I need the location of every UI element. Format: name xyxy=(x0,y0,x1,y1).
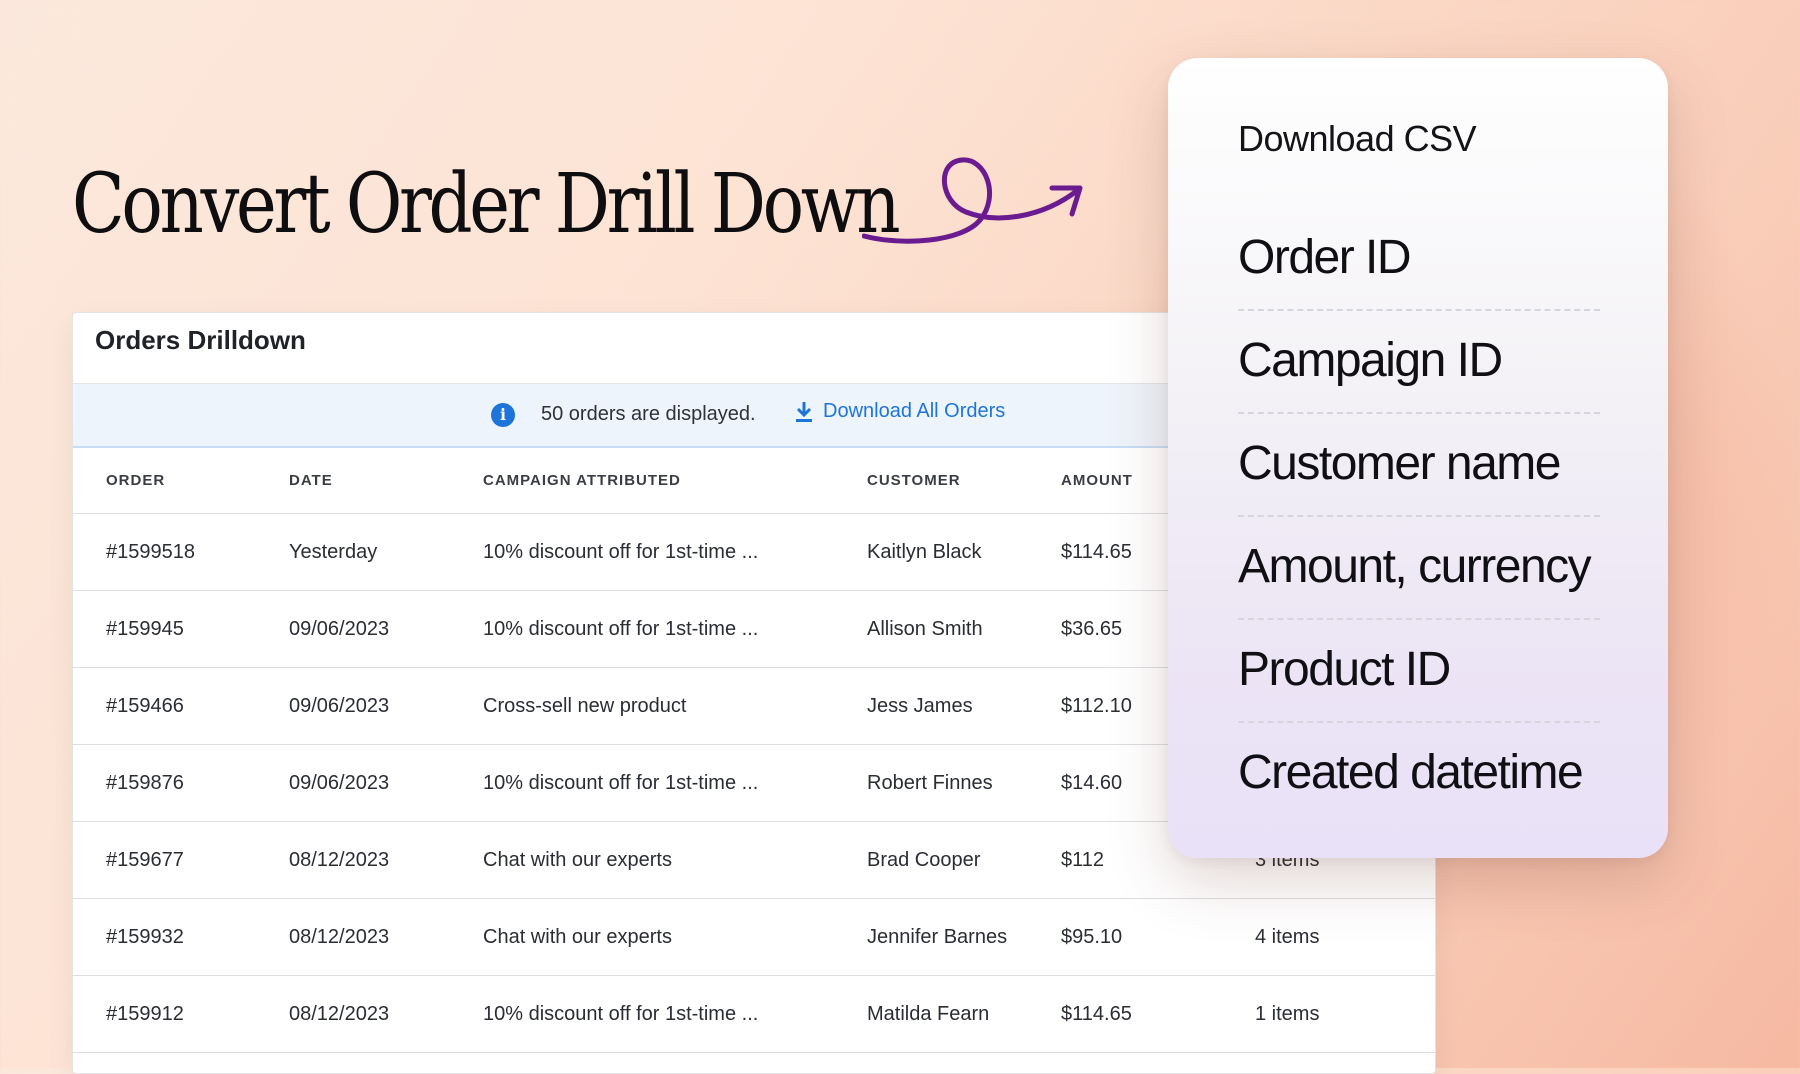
items-cell: 1 items xyxy=(1255,975,1435,1053)
customer-cell: Brad Cooper xyxy=(867,821,1061,899)
panel-title: Orders Drilldown xyxy=(95,325,306,355)
csv-field-item: Customer name xyxy=(1238,414,1600,517)
date-cell: 09/06/2023 xyxy=(289,667,483,745)
date-cell: 08/12/2023 xyxy=(289,898,483,976)
notice-text: 50 orders are displayed. xyxy=(541,403,756,425)
csv-field-list: Order ID Campaign ID Customer name Amoun… xyxy=(1238,208,1600,826)
date-cell: 09/06/2023 xyxy=(289,590,483,668)
download-icon xyxy=(796,401,812,422)
order-id-cell: #1599518 xyxy=(73,513,289,591)
amount-cell: $114.65 xyxy=(1061,975,1255,1053)
download-csv-title[interactable]: Download CSV xyxy=(1238,118,1477,160)
order-id-cell: #159912 xyxy=(73,975,289,1053)
date-cell: 08/12/2023 xyxy=(289,975,483,1053)
campaign-cell: Cross-sell new product xyxy=(483,667,867,745)
column-header-order[interactable]: ORDER xyxy=(73,447,289,514)
column-header-date[interactable]: DATE xyxy=(289,447,483,514)
order-id-cell: #159677 xyxy=(73,821,289,899)
download-all-orders-label: Download All Orders xyxy=(823,400,1006,422)
table-row[interactable]: #159932 08/12/2023 Chat with our experts… xyxy=(73,898,1435,976)
info-icon: i xyxy=(491,403,515,427)
campaign-cell: 10% discount off for 1st-time ... xyxy=(483,590,867,668)
csv-field-item: Amount, currency xyxy=(1238,517,1600,620)
curly-arrow-icon xyxy=(862,157,1083,244)
campaign-cell: Chat with our experts xyxy=(483,821,867,899)
amount-cell: $95.10 xyxy=(1061,898,1255,976)
page-headline: Convert Order Drill Down xyxy=(72,157,901,252)
customer-cell: Jennifer Barnes xyxy=(867,898,1061,976)
order-id-cell: #159932 xyxy=(73,898,289,976)
order-id-cell: #159466 xyxy=(73,667,289,745)
customer-cell: Jess James xyxy=(867,667,1061,745)
order-id-cell: #159876 xyxy=(73,744,289,822)
date-cell: 09/06/2023 xyxy=(289,744,483,822)
table-row[interactable]: #159912 08/12/2023 10% discount off for … xyxy=(73,975,1435,1053)
customer-cell: Robert Finnes xyxy=(867,744,1061,822)
campaign-cell: Chat with our experts xyxy=(483,898,867,976)
campaign-cell: 10% discount off for 1st-time ... xyxy=(483,744,867,822)
column-header-customer[interactable]: CUSTOMER xyxy=(867,447,1061,514)
csv-field-item: Created datetime xyxy=(1238,746,1584,799)
customer-cell: Matilda Fearn xyxy=(867,975,1061,1053)
csv-field-item: Order ID xyxy=(1238,208,1600,311)
order-id-cell: #159945 xyxy=(73,590,289,668)
download-all-orders-link[interactable]: Download All Orders xyxy=(795,400,1005,423)
campaign-cell: 10% discount off for 1st-time ... xyxy=(483,975,867,1053)
download-csv-card: Download CSV Order ID Campaign ID Custom… xyxy=(1168,58,1668,858)
csv-field-item: Product ID xyxy=(1238,620,1600,723)
column-header-campaign[interactable]: CAMPAIGN ATTRIBUTED xyxy=(483,447,867,514)
date-cell: 08/12/2023 xyxy=(289,821,483,899)
campaign-cell: 10% discount off for 1st-time ... xyxy=(483,513,867,591)
csv-field-item: Campaign ID xyxy=(1238,311,1600,414)
customer-cell: Kaitlyn Black xyxy=(867,513,1061,591)
customer-cell: Allison Smith xyxy=(867,590,1061,668)
items-cell: 4 items xyxy=(1255,898,1435,976)
date-cell: Yesterday xyxy=(289,513,483,591)
